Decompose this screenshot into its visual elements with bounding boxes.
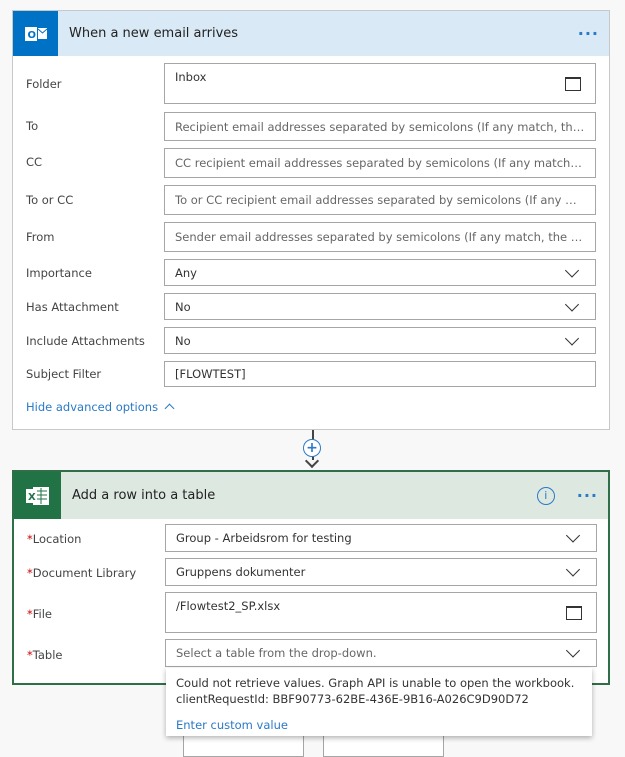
document-library-label-text: Document Library: [32, 566, 137, 580]
folder-value: Inbox: [175, 70, 207, 84]
include-attachments-select[interactable]: No: [164, 327, 596, 354]
cc-input[interactable]: CC recipient email addresses separated b…: [164, 148, 596, 178]
file-value: /Flowtest2_SP.xlsx: [176, 599, 281, 613]
chevron-down-icon: [564, 262, 580, 278]
subject-filter-value: [FLOWTEST]: [175, 367, 246, 381]
location-value: Group - Arbeidsrom for testing: [176, 531, 352, 545]
location-label: *Location: [27, 532, 81, 546]
table-label-text: Table: [32, 648, 63, 662]
table-dropdown-popup: Could not retrieve values. Graph API is …: [166, 668, 592, 736]
error-message-line-1: Could not retrieve values. Graph API is …: [176, 676, 575, 690]
to-label: To: [26, 119, 39, 133]
location-label-text: Location: [32, 532, 82, 546]
hide-advanced-options-link[interactable]: Hide advanced options: [26, 400, 175, 414]
subject-filter-input[interactable]: [FLOWTEST]: [164, 361, 596, 387]
chevron-down-icon: [564, 330, 580, 346]
chevron-down-icon: [564, 296, 580, 312]
more-options-icon[interactable]: ···: [577, 486, 598, 505]
cc-label: CC: [26, 155, 43, 169]
from-input[interactable]: Sender email addresses separated by semi…: [164, 222, 596, 252]
subject-filter-label: Subject Filter: [26, 367, 102, 381]
document-library-label: *Document Library: [27, 566, 136, 580]
to-or-cc-input[interactable]: To or CC recipient email addresses separ…: [164, 185, 596, 215]
chevron-down-icon: [565, 562, 581, 577]
file-input[interactable]: /Flowtest2_SP.xlsx: [165, 592, 597, 633]
hide-advanced-label: Hide advanced options: [26, 400, 159, 414]
file-label-text: File: [32, 607, 52, 621]
action-header[interactable]: X Add a row into a table i ···: [14, 472, 608, 519]
include-attachments-label: Include Attachments: [26, 334, 145, 348]
chevron-down-icon: [565, 643, 581, 658]
document-library-select[interactable]: Gruppens dokumenter: [165, 558, 597, 586]
document-library-value: Gruppens dokumenter: [176, 565, 306, 579]
cc-placeholder: CC recipient email addresses separated b…: [175, 156, 585, 170]
action-card: X Add a row into a table i ··· *Location…: [12, 470, 610, 685]
to-input[interactable]: Recipient email addresses separated by s…: [164, 112, 596, 141]
to-placeholder: Recipient email addresses separated by s…: [175, 119, 585, 134]
table-select[interactable]: Select a table from the drop-down.: [165, 639, 597, 667]
trigger-card: O When a new email arrives ··· Folder In…: [12, 10, 610, 430]
chevron-up-icon: [164, 403, 175, 414]
has-attachment-value: No: [175, 299, 191, 314]
outlook-icon: O: [13, 11, 58, 56]
info-icon[interactable]: i: [536, 486, 555, 505]
more-options-icon[interactable]: ···: [578, 24, 599, 43]
has-attachment-label: Has Attachment: [26, 300, 119, 314]
location-select[interactable]: Group - Arbeidsrom for testing: [165, 524, 597, 552]
folder-picker-icon[interactable]: [565, 77, 581, 91]
importance-label: Importance: [26, 266, 92, 280]
trigger-header[interactable]: O When a new email arrives ···: [13, 11, 609, 56]
svg-text:X: X: [28, 492, 36, 503]
error-message-line-2: clientRequestId: BBF90773-62BE-436E-9B16…: [176, 692, 529, 706]
chevron-down-icon: [565, 528, 581, 543]
info-glyph: i: [544, 488, 548, 502]
action-title: Add a row into a table: [72, 488, 216, 503]
importance-select[interactable]: Any: [164, 259, 596, 286]
importance-value: Any: [175, 265, 197, 280]
include-attachments-value: No: [175, 333, 191, 348]
folder-label: Folder: [26, 77, 62, 91]
trigger-title: When a new email arrives: [69, 26, 239, 41]
to-or-cc-label: To or CC: [26, 193, 74, 207]
file-label: *File: [27, 607, 52, 621]
enter-custom-value-link[interactable]: Enter custom value: [176, 717, 582, 733]
from-label: From: [26, 230, 55, 244]
has-attachment-select[interactable]: No: [164, 293, 596, 320]
folder-input[interactable]: Inbox: [164, 63, 596, 104]
folder-picker-icon[interactable]: [566, 606, 582, 620]
table-label: *Table: [27, 648, 63, 662]
save-button[interactable]: [323, 735, 444, 757]
svg-text:O: O: [27, 30, 36, 41]
to-or-cc-placeholder: To or CC recipient email addresses separ…: [175, 193, 585, 207]
from-placeholder: Sender email addresses separated by semi…: [175, 230, 585, 244]
table-placeholder: Select a table from the drop-down.: [176, 646, 377, 660]
excel-icon: X: [14, 472, 61, 519]
new-step-button[interactable]: [183, 735, 304, 757]
